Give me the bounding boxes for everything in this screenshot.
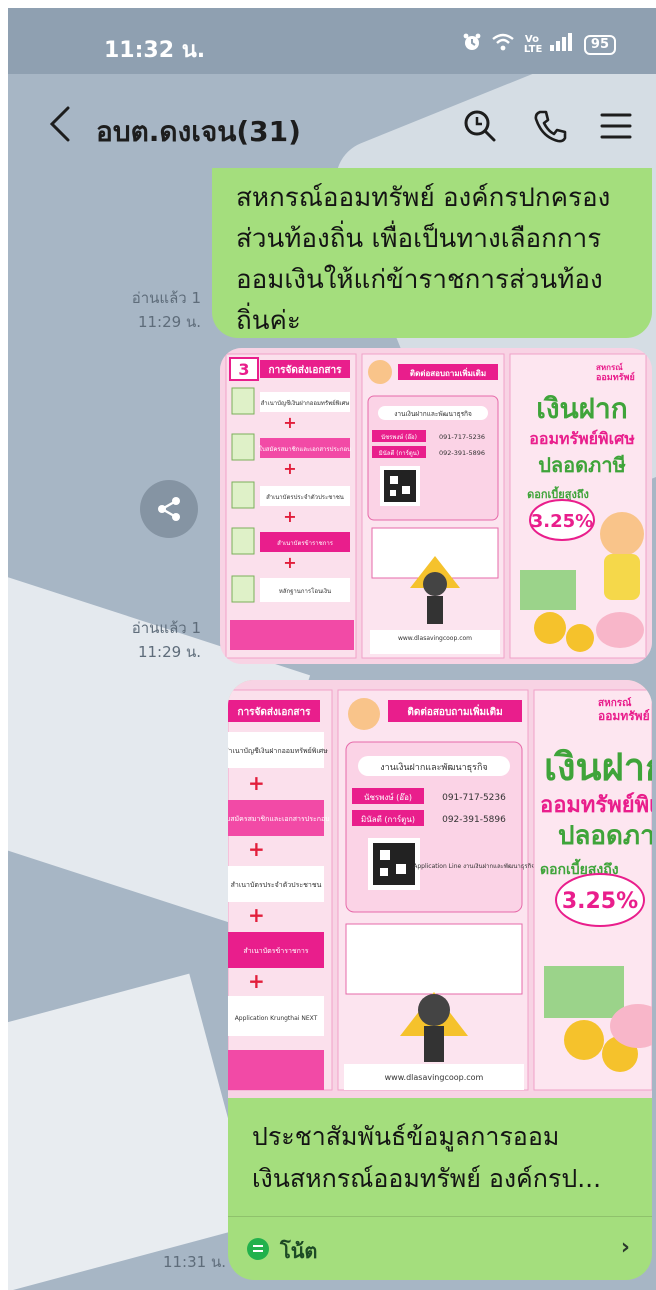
chat-header: อบต.ดงเจน(31) xyxy=(8,74,656,174)
back-button[interactable] xyxy=(44,104,80,144)
note-flyer-step-text: สำเนาบัญชีเงินฝากออมทรัพย์พิเศษ xyxy=(228,747,328,755)
chevron-left-icon xyxy=(49,106,70,142)
wifi-icon xyxy=(492,33,514,56)
note-flyer-contact-2: มินัลตี (การ์ตูน) xyxy=(361,814,415,825)
flyer-headline-2: ออมทรัพย์พิเศษ xyxy=(529,429,635,448)
note-footer[interactable]: โน้ต › xyxy=(228,1216,652,1280)
note-flyer-contact-1: นัชรพงษ์ (อ๊อ) xyxy=(364,792,412,802)
flyer-headline-3: ปลอดภาษี xyxy=(538,453,626,477)
alarm-icon xyxy=(462,32,482,57)
note-flyer-brand-2: ออมทรัพย์ xyxy=(598,709,650,723)
note-flyer-step-title: การจัดส่งเอกสาร xyxy=(238,706,312,718)
signal-icon xyxy=(549,33,574,56)
svg-text:+: + xyxy=(248,771,265,795)
note-flyer-website: www.dlasavingcoop.com xyxy=(385,1073,484,1082)
note-flyer-dept-title: งานเงินฝากและพัฒนาธุรกิจ xyxy=(380,762,487,773)
phone-icon xyxy=(534,110,567,143)
note-icon xyxy=(247,1238,269,1260)
volte-label: Vo LTE xyxy=(523,33,543,55)
call-button[interactable] xyxy=(530,106,570,146)
flyer-headline-1: เงินฝาก xyxy=(536,392,627,425)
message-time: 11:31 น. xyxy=(162,1253,226,1271)
flyer-contact-2: มินัลตี (การ์ตูน) xyxy=(379,449,419,457)
note-flyer-rate: 3.25% xyxy=(562,889,638,914)
message-meta: อ่านแล้ว 1 11:29 น. xyxy=(132,616,201,664)
note-flyer-step-text: สำเนาบัตรประจำตัวประชาชน xyxy=(231,881,322,889)
svg-text:+: + xyxy=(283,413,296,432)
flyer-rate: 3.25% xyxy=(531,511,593,532)
flyer-contact-title: ติดต่อสอบถามเพิ่มเติม xyxy=(410,367,486,378)
svg-text:+: + xyxy=(248,903,265,927)
note-flyer-step-text: ใบสมัครสมาชิกและเอกสารประกอบ xyxy=(228,814,330,823)
svg-text:+: + xyxy=(248,837,265,861)
note-flyer-step-text: สำเนาบัตรข้าราชการ xyxy=(243,947,308,955)
chat-screen: 11:32 น. Vo LTE 95 อบต.ดงเจน(31) สหกรณ์อ… xyxy=(8,8,656,1290)
note-flyer-contact-title: ติดต่อสอบถามเพิ่มเติม xyxy=(407,704,502,718)
note-flyer-image: การจัดส่งเอกสาร สำเนาบัญชีเงินฝากออมทรัพ… xyxy=(228,680,652,1098)
share-icon xyxy=(158,497,180,521)
text-message-bubble[interactable]: สหกรณ์ออมทรัพย์ องค์กรปกครอง ส่วนท้องถิ่… xyxy=(212,168,652,338)
note-label: โน้ต xyxy=(280,1239,318,1263)
search-icon xyxy=(464,110,496,142)
status-bar: 11:32 น. Vo LTE 95 xyxy=(8,8,656,74)
svg-text:+: + xyxy=(248,969,265,993)
flyer-phone-1: 091-717-5236 xyxy=(439,433,485,441)
flyer-image: 3 การจัดส่งเอกสาร สำเนาบัญชีเงินฝากออมทร… xyxy=(220,348,652,664)
flyer-step-text: สำเนาบัญชีเงินฝากออมทรัพย์พิเศษ xyxy=(261,399,350,407)
message-text: สหกรณ์ออมทรัพย์ องค์กรปกครอง ส่วนท้องถิ่… xyxy=(236,183,611,336)
note-flyer-app-footer: Application Krungthai NEXT xyxy=(235,1015,318,1022)
read-receipt: อ่านแล้ว 1 xyxy=(131,289,201,307)
image-message[interactable]: 3 การจัดส่งเอกสาร สำเนาบัญชีเงินฝากออมทร… xyxy=(220,348,652,664)
status-time: 11:32 น. xyxy=(104,38,206,63)
message-meta: อ่านแล้ว 1 11:29 น. xyxy=(132,286,201,334)
flyer-website: www.dlasavingcoop.com xyxy=(398,635,472,642)
note-flyer-headline-1: เงินฝาก xyxy=(544,745,652,789)
note-flyer-phone-2: 092-391-5896 xyxy=(442,815,506,825)
flyer-dept-title: งานเงินฝากและพัฒนาธุรกิจ xyxy=(394,410,472,418)
hamburger-menu-icon xyxy=(600,113,632,139)
background-shape xyxy=(8,973,257,1290)
share-button[interactable] xyxy=(140,480,198,538)
flyer-step-text: หลักฐานการโอนเงิน xyxy=(279,587,331,595)
battery-level: 95 xyxy=(583,34,616,55)
note-flyer-phone-1: 091-717-5236 xyxy=(442,793,506,803)
status-icons: Vo LTE 95 xyxy=(462,32,616,57)
note-flyer-headline-3: ปลอดภาษี xyxy=(558,821,652,851)
note-message-card[interactable]: การจัดส่งเอกสาร สำเนาบัญชีเงินฝากออมทรัพ… xyxy=(228,680,652,1280)
flyer-step-title: การจัดส่งเอกสาร xyxy=(269,364,343,376)
chevron-right-icon: › xyxy=(620,1235,630,1260)
flyer-phone-2: 092-391-5896 xyxy=(439,449,485,457)
flyer-step-text: ใบสมัครสมาชิกและเอกสารประกอบ xyxy=(259,445,351,453)
svg-text:+: + xyxy=(283,507,296,526)
flyer-brand-1: สหกรณ์ xyxy=(596,362,623,372)
flyer-step-text: สำเนาบัตรข้าราชการ xyxy=(277,540,334,547)
flyer-step-number: 3 xyxy=(238,360,249,379)
message-time: 11:29 น. xyxy=(137,643,201,661)
note-preview-text: ประชาสัมพันธ์ข้อมูลการออม เงินสหกรณ์ออมท… xyxy=(252,1122,602,1193)
note-flyer-brand-1: สหกรณ์ xyxy=(598,697,632,709)
chat-title[interactable]: อบต.ดงเจน(31) xyxy=(96,110,301,154)
svg-text:+: + xyxy=(283,459,296,478)
message-time: 11:29 น. xyxy=(137,313,201,331)
flyer-contact-1: นัชรพงษ์ (อ๊อ) xyxy=(381,433,417,441)
flyer-step-text: สำเนาบัตรประจำตัวประชาชน xyxy=(266,494,344,501)
search-button[interactable] xyxy=(460,106,500,146)
read-receipt: อ่านแล้ว 1 xyxy=(131,619,201,637)
note-flyer-headline-2: ออมทรัพย์พิเศษ xyxy=(540,792,652,818)
svg-text:+: + xyxy=(283,553,296,572)
flyer-brand-2: ออมทรัพย์ xyxy=(596,371,635,383)
note-flyer-qr-caption: Application Line งานเงินฝากและพัฒนาธุรกิ… xyxy=(413,863,535,870)
menu-button[interactable] xyxy=(596,106,636,146)
